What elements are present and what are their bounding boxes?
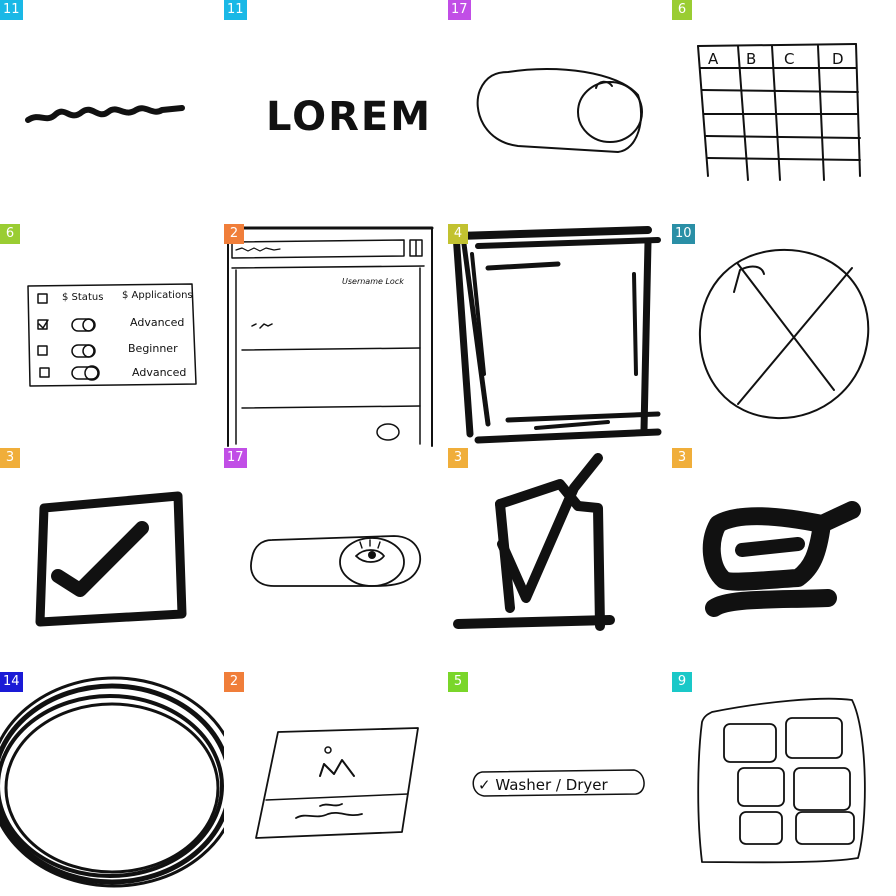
class-badge: 11 xyxy=(224,0,247,20)
bold-box-sketch xyxy=(702,501,861,617)
squiggle-line-sketch xyxy=(25,105,185,123)
tile-grid-sketch xyxy=(697,697,866,864)
sketch-cell: 11 LOREM xyxy=(224,0,448,224)
class-badge: 17 xyxy=(448,0,471,20)
list-row-advanced: Advanced xyxy=(130,316,184,329)
chip-label: ✓ Washer / Dryer xyxy=(478,776,609,794)
list-row-advanced-2: Advanced xyxy=(132,366,186,379)
sketch-cell: 5 ✓ Washer / Dryer xyxy=(448,672,672,896)
list-row-beginner: Beginner xyxy=(128,342,178,355)
class-badge: 2 xyxy=(224,672,244,692)
checkbox-checked-sketch xyxy=(35,491,187,627)
class-badge: 17 xyxy=(224,448,247,468)
sketch-cell: 10 xyxy=(672,224,896,448)
sketch-cell: 9 xyxy=(672,672,896,896)
table-header-c: C xyxy=(784,50,794,68)
sketch-cell: 17 xyxy=(448,0,672,224)
sketch-grid: 11 11 LOREM 17 6 A B C D 6 $ Status $ Ap… xyxy=(0,0,896,896)
table-header-d: D xyxy=(832,50,844,68)
class-badge: 3 xyxy=(0,448,20,468)
list-header-applications: $ Applications xyxy=(122,290,193,301)
list-header-status: $ Status xyxy=(62,292,103,303)
browser-window-sketch: Username Lock xyxy=(224,226,434,447)
table-header-a: A xyxy=(708,50,719,68)
browser-username: Username Lock xyxy=(342,277,404,286)
sketch-cell: 11 xyxy=(0,0,224,224)
class-badge: 9 xyxy=(672,672,692,692)
chip-sketch: ✓ Washer / Dryer xyxy=(472,769,645,797)
toggle-switch-sketch xyxy=(476,67,643,153)
sketch-cell: 4 xyxy=(448,224,672,448)
ellipse-ring-sketch xyxy=(0,676,224,888)
sketch-cell: 17 xyxy=(224,448,448,672)
class-badge: 6 xyxy=(0,224,20,244)
sketch-cell: 3 xyxy=(672,448,896,672)
sketch-cell: 6 A B C D xyxy=(672,0,896,224)
checkbox-check-sketch xyxy=(453,453,615,631)
class-badge: 14 xyxy=(0,672,23,692)
class-badge: 3 xyxy=(448,448,468,468)
card-sketch xyxy=(255,727,419,839)
class-badge: 6 xyxy=(672,0,692,20)
circle-x-sketch xyxy=(698,248,870,420)
lorem-text: LOREM xyxy=(266,94,432,140)
class-badge: 11 xyxy=(0,0,23,20)
class-badge: 10 xyxy=(672,224,695,244)
class-badge: 2 xyxy=(224,224,244,244)
class-badge: 3 xyxy=(672,448,692,468)
sketch-cell: 6 $ Status $ Applications Advanced Begin… xyxy=(0,224,224,448)
sketch-cell: 2 xyxy=(224,672,448,896)
list-sketch: $ Status $ Applications Advanced Beginne… xyxy=(27,283,197,387)
eye-icon xyxy=(368,551,376,559)
toggle-eye-sketch xyxy=(250,535,421,587)
table-header-b: B xyxy=(746,50,756,68)
sketch-cell: 3 xyxy=(0,448,224,672)
class-badge: 5 xyxy=(448,672,468,692)
class-badge: 4 xyxy=(448,224,468,244)
sketch-cell: 14 xyxy=(0,672,224,896)
sketch-cell: 3 xyxy=(448,448,672,672)
table-sketch: A B C D xyxy=(697,43,861,181)
text-sketch: LOREM xyxy=(266,94,432,140)
container-box-sketch xyxy=(452,226,662,444)
sketch-cell: 2 Username Lock xyxy=(224,224,448,448)
